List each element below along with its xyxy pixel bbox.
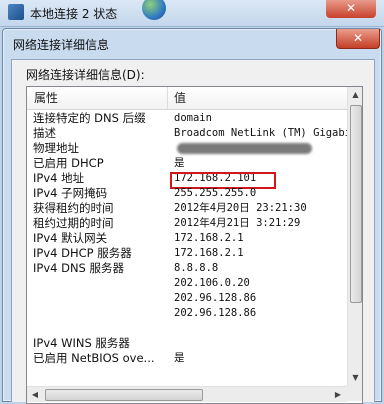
list-header: 属性 值	[27, 87, 347, 110]
table-row[interactable]: 202.96.128.86	[27, 306, 347, 321]
column-header-value[interactable]: 值	[167, 87, 348, 109]
value-cell: 是	[174, 352, 185, 364]
table-row[interactable]: IPv4 默认网关 172.168.2.1	[27, 231, 347, 246]
redacted-mac-address	[177, 143, 312, 154]
value-cell: 255.255.255.0	[174, 187, 257, 199]
horizontal-scroll-thumb[interactable]	[45, 389, 203, 401]
vertical-scrollbar[interactable]: ▲ ▼	[347, 87, 362, 386]
background-window-titlebar: 本地连接 2 状态 ✕	[0, 0, 384, 27]
dialog-body: 网络连接详细信息(D): 属性 值 连接特定的 DNS 后缀 domain 描述 Br…	[11, 59, 375, 404]
table-row[interactable]: IPv4 子网掩码 255.255.255.0	[27, 186, 347, 201]
property-cell: 描述	[33, 126, 56, 140]
dialog-close-button[interactable]: ✕	[336, 29, 380, 49]
column-header-property[interactable]: 属性	[34, 87, 58, 109]
vertical-scroll-thumb[interactable]	[350, 105, 362, 303]
property-cell: IPv4 地址	[33, 171, 85, 185]
value-cell: 2012年4月21日 3:21:29	[174, 217, 301, 229]
property-cell: IPv4 子网掩码	[33, 186, 108, 200]
value-cell: 202.106.0.20	[174, 277, 250, 289]
property-cell: 物理地址	[33, 141, 79, 155]
details-rows: 连接特定的 DNS 后缀 domain 描述 Broadcom NetLink (TM…	[27, 111, 347, 366]
table-row[interactable]: IPv4 DHCP 服务器 172.168.2.1	[27, 246, 347, 261]
dialog-title: 网络连接详细信息	[13, 38, 110, 52]
table-row[interactable]: 物理地址	[27, 141, 347, 156]
value-cell: 是	[174, 157, 185, 169]
table-row[interactable]: IPv4 地址 172.168.2.101	[27, 171, 347, 189]
globe-icon	[142, 0, 166, 20]
horizontal-scrollbar[interactable]: ◀ ▶	[27, 386, 347, 402]
scrollbar-corner	[347, 386, 362, 401]
value-cell: domain	[174, 112, 212, 124]
value-cell: 172.168.2.1	[174, 247, 244, 259]
details-list-view[interactable]: 属性 值 连接特定的 DNS 后缀 domain 描述 Broadcom NetLin…	[26, 86, 363, 404]
table-row[interactable]: 获得租约的时间 2012年4月20日 23:21:30	[27, 201, 347, 216]
value-cell: 202.96.128.86	[174, 292, 257, 304]
scroll-down-arrow-icon[interactable]: ▼	[350, 371, 361, 385]
table-row[interactable]: 202.96.128.86	[27, 291, 347, 306]
table-row[interactable]	[27, 321, 347, 336]
value-cell: 2012年4月20日 23:21:30	[174, 202, 307, 214]
table-row[interactable]: IPv4 WINS 服务器	[27, 336, 347, 351]
value-cell: Broadcom NetLink (TM) Gigabit	[174, 127, 347, 139]
background-close-button[interactable]: ✕	[326, 0, 376, 18]
details-section-label: 网络连接详细信息(D):	[26, 68, 145, 82]
scroll-left-arrow-icon[interactable]: ◀	[28, 387, 42, 402]
background-window-title: 本地连接 2 状态	[30, 7, 118, 21]
property-cell: IPv4 DNS 服务器	[33, 261, 125, 275]
property-cell: 租约过期的时间	[33, 216, 114, 230]
value-cell: 8.8.8.8	[174, 262, 219, 274]
network-connection-details-dialog: 网络连接详细信息 ✕ 网络连接详细信息(D): 属性 值 连接特定的 DNS 后…	[2, 28, 382, 404]
scroll-up-arrow-icon[interactable]: ▲	[350, 88, 361, 102]
network-connection-icon	[8, 4, 24, 20]
property-cell: IPv4 默认网关	[33, 231, 108, 245]
property-cell: 连接特定的 DNS 后缀	[33, 111, 146, 125]
table-row[interactable]: IPv4 DNS 服务器 8.8.8.8	[27, 261, 347, 276]
table-row[interactable]: 202.106.0.20	[27, 276, 347, 291]
property-cell: 获得租约的时间	[33, 201, 114, 215]
value-cell: 172.168.2.1	[174, 232, 244, 244]
property-cell: 已启用 DHCP	[33, 156, 104, 170]
table-row[interactable]: 描述 Broadcom NetLink (TM) Gigabit	[27, 126, 347, 141]
property-cell: IPv4 WINS 服务器	[33, 336, 130, 350]
property-cell: IPv4 DHCP 服务器	[33, 246, 132, 260]
table-row[interactable]: 连接特定的 DNS 后缀 domain	[27, 111, 347, 126]
property-cell: 已启用 NetBIOS ove...	[33, 351, 155, 365]
scroll-right-arrow-icon[interactable]: ▶	[331, 387, 345, 402]
table-row[interactable]: 已启用 DHCP 是	[27, 156, 347, 171]
table-row[interactable]: 已启用 NetBIOS ove... 是	[27, 351, 347, 366]
table-row[interactable]: 租约过期的时间 2012年4月21日 3:21:29	[27, 216, 347, 231]
value-cell: 202.96.128.86	[174, 307, 257, 319]
